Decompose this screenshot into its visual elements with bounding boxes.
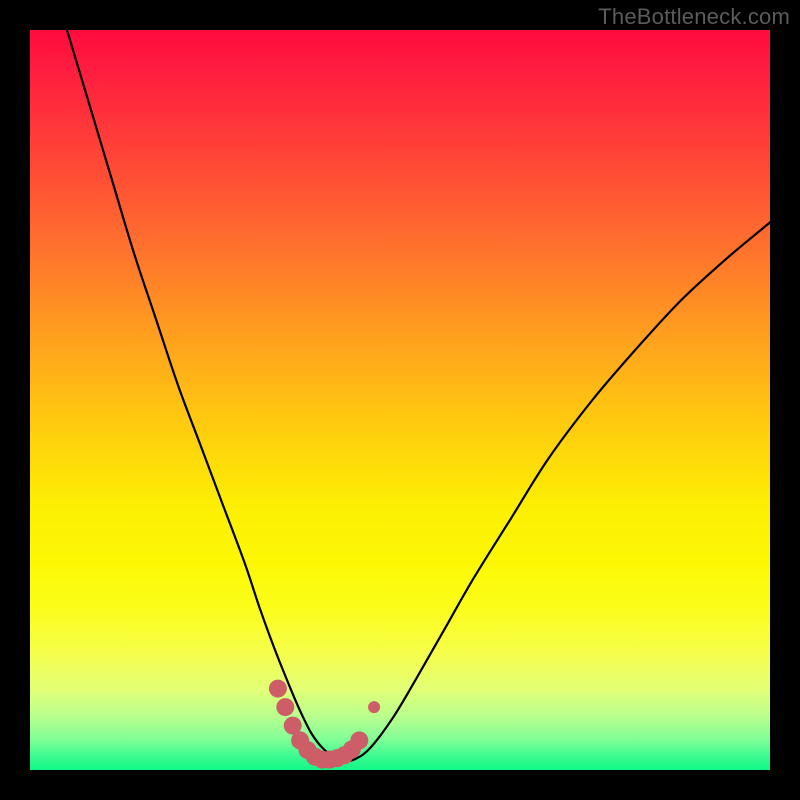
- watermark-text: TheBottleneck.com: [598, 4, 790, 30]
- curve-layer: [30, 30, 770, 770]
- plot-area: [30, 30, 770, 770]
- highlight-marker: [276, 698, 294, 716]
- highlight-marker: [368, 701, 380, 713]
- highlight-marker: [350, 731, 368, 749]
- bottleneck-curve: [67, 30, 770, 761]
- highlight-marker: [269, 680, 287, 698]
- chart-frame: TheBottleneck.com: [0, 0, 800, 800]
